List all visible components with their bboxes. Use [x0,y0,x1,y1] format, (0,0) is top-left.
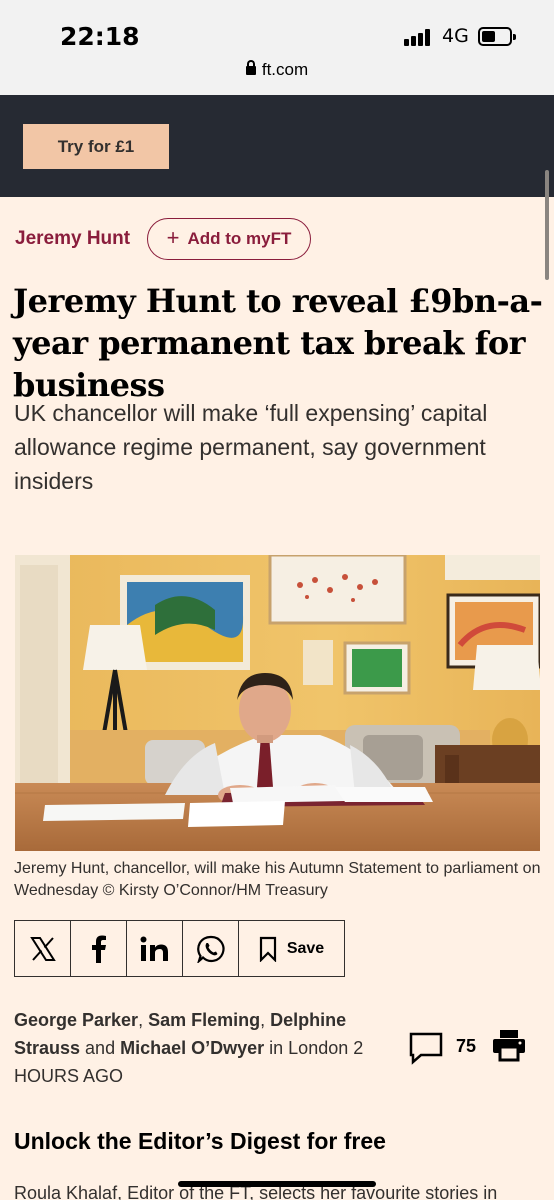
digest-heading: Unlock the Editor’s Digest for free [14,1128,386,1154]
promo-banner: Try for £1 [0,95,554,197]
comments-button[interactable] [408,1031,444,1070]
signal-icon [404,28,434,46]
status-time: 22:18 [60,22,140,51]
plus-icon: + [166,224,180,250]
scrollbar[interactable] [545,170,549,280]
lock-icon [245,60,256,75]
article-photo [15,555,540,851]
share-facebook-button[interactable] [71,921,127,976]
bookmark-icon [259,936,276,962]
comment-icon [409,1032,443,1065]
share-bar: Save [14,920,345,977]
whatsapp-icon [196,935,225,963]
home-indicator[interactable] [178,1181,376,1187]
try-offer-button[interactable]: Try for £1 [23,124,169,169]
article-headline: Jeremy Hunt to reveal £9bn-a-year perman… [13,282,543,404]
status-bar: 22:18 4G ft.com [0,0,554,95]
share-linkedin-button[interactable] [127,921,183,976]
byline-separator: , [260,1010,271,1030]
address-bar[interactable]: ft.com [0,60,554,80]
byline-separator: , [138,1010,149,1030]
share-x-button[interactable] [15,921,71,976]
facebook-icon [91,935,106,963]
save-button[interactable]: Save [239,921,344,976]
byline-separator: and [80,1038,121,1058]
printer-icon [493,1030,525,1062]
linkedin-icon [140,936,168,961]
article-standfirst: UK chancellor will make ‘full expensing’… [14,400,488,494]
battery-icon [478,27,516,46]
share-whatsapp-button[interactable] [183,921,239,976]
topic-link[interactable]: Jeremy Hunt [15,228,130,250]
add-to-myft-button[interactable]: + Add to myFT [147,218,311,260]
photo-caption: Jeremy Hunt, chancellor, will make his A… [14,860,541,899]
print-button[interactable] [492,1028,526,1067]
author-link[interactable]: Sam Fleming [148,1010,260,1030]
byline-location: in London [264,1038,354,1058]
author-link[interactable]: Michael O’Dwyer [120,1038,264,1058]
save-label: Save [286,939,325,957]
byline: George Parker, Sam Fleming, Delphine Str… [14,1006,394,1090]
comment-count[interactable]: 75 [456,1036,476,1057]
x-icon [29,936,56,961]
add-to-myft-label: Add to myFT [187,229,292,248]
author-link[interactable]: George Parker [14,1010,138,1030]
network-label: 4G [442,25,469,47]
url-text: ft.com [261,60,309,79]
